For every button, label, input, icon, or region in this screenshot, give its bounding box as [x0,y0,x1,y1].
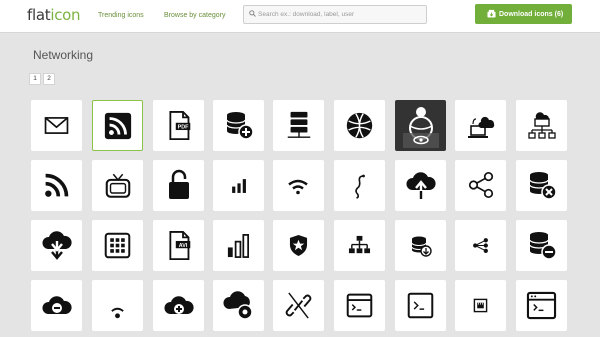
icon-tile[interactable] [273,160,324,211]
browser-console-icon [526,291,557,320]
logo-text-flat: flat [27,6,51,24]
broken-link-icon [285,292,312,319]
icon-tile[interactable] [92,100,143,151]
icon-tile[interactable] [273,280,324,331]
icon-tile[interactable] [395,280,446,331]
share-nodes-icon [473,238,488,253]
search-icon [249,10,256,17]
icon-tile[interactable] [395,220,446,271]
page-2-button[interactable]: 2 [43,73,55,85]
network-hierarchy-icon [528,112,556,139]
icon-tile[interactable] [334,100,385,151]
icon-tile[interactable] [213,100,264,151]
nav-trending-icons[interactable]: Trending icons [98,11,144,21]
pdf-file-icon: PDF [169,111,191,140]
cloud-download-icon [42,231,72,260]
database-download-icon [411,236,432,257]
cloud-laptop-icon [468,116,495,138]
icon-tile[interactable] [273,220,324,271]
envelope-icon [44,117,69,134]
padlock-icon [169,169,189,199]
top-navigation-bar: flaticon Trending icons Browse by catego… [0,0,600,33]
grid-keypad-icon [104,232,131,259]
logo-text-icon: icon [50,6,81,24]
flaticon-logo[interactable]: flaticon [27,5,81,25]
network-tree-icon [348,235,371,254]
nav-browse-by-category[interactable]: Browse by category [164,11,225,21]
icon-tile[interactable] [455,280,506,331]
icon-tile[interactable] [31,160,82,211]
terminal-window-icon [346,293,373,318]
ethernet-port-icon [473,298,488,313]
icon-tile[interactable] [516,280,567,331]
icon-tile[interactable] [455,160,506,211]
icon-tile-hovered[interactable] [395,100,446,151]
download-collection-icon [487,9,496,18]
search-input[interactable] [258,7,423,22]
icon-tile[interactable] [92,280,143,331]
icon-tile[interactable] [516,160,567,211]
download-button-label: Download icons (6) [499,11,564,18]
icon-tile[interactable] [31,100,82,151]
cloud-upload-icon [406,172,436,199]
share-icon [468,171,494,199]
icon-tile[interactable] [334,280,385,331]
shield-star-icon [289,235,308,256]
icon-tile[interactable] [213,280,264,331]
cloud-add-icon [164,296,194,314]
icon-tile[interactable] [92,160,143,211]
icon-tile[interactable] [455,100,506,151]
tv-icon [105,173,131,198]
icon-tile[interactable]: AVI [153,220,204,271]
database-minus-icon [529,232,557,260]
bar-chart-icon [227,234,250,258]
signal-bars-icon [232,179,246,193]
icon-tile[interactable] [334,220,385,271]
icon-tile[interactable] [516,100,567,151]
icon-tile[interactable] [153,160,204,211]
wifi-low-icon [111,307,124,319]
icon-tile[interactable] [516,220,567,271]
globe-icon [346,112,373,139]
database-add-icon [226,112,254,140]
globe-view-icon [403,107,439,148]
icon-tile[interactable] [153,280,204,331]
icon-tile[interactable] [213,220,264,271]
icon-tile[interactable] [92,220,143,271]
avi-file-icon: AVI [169,231,191,260]
collection-title: Networking [33,48,94,62]
search-box[interactable] [243,5,427,24]
terminal-prompt-icon [407,292,434,319]
wifi-icon [288,179,308,195]
cloud-minus-icon [42,296,72,314]
icon-tile[interactable] [334,160,385,211]
cloud-settings-icon [223,291,253,320]
server-icon [287,111,311,138]
icon-tile[interactable] [213,160,264,211]
rss-icon [45,173,69,197]
database-remove-icon [529,172,557,200]
icon-tile[interactable] [31,280,82,331]
svg-text:PDF: PDF [178,125,190,131]
download-icons-button[interactable]: Download icons (6) [475,4,572,24]
snake-cable-icon [355,174,365,199]
icon-tile[interactable] [31,220,82,271]
icon-tile[interactable] [273,100,324,151]
icon-tile[interactable] [455,220,506,271]
icon-tile[interactable]: PDF [153,100,204,151]
rss-feed-icon [104,112,132,140]
icon-tile[interactable] [395,160,446,211]
page-1-button[interactable]: 1 [29,73,41,85]
svg-text:AVI: AVI [179,243,188,249]
